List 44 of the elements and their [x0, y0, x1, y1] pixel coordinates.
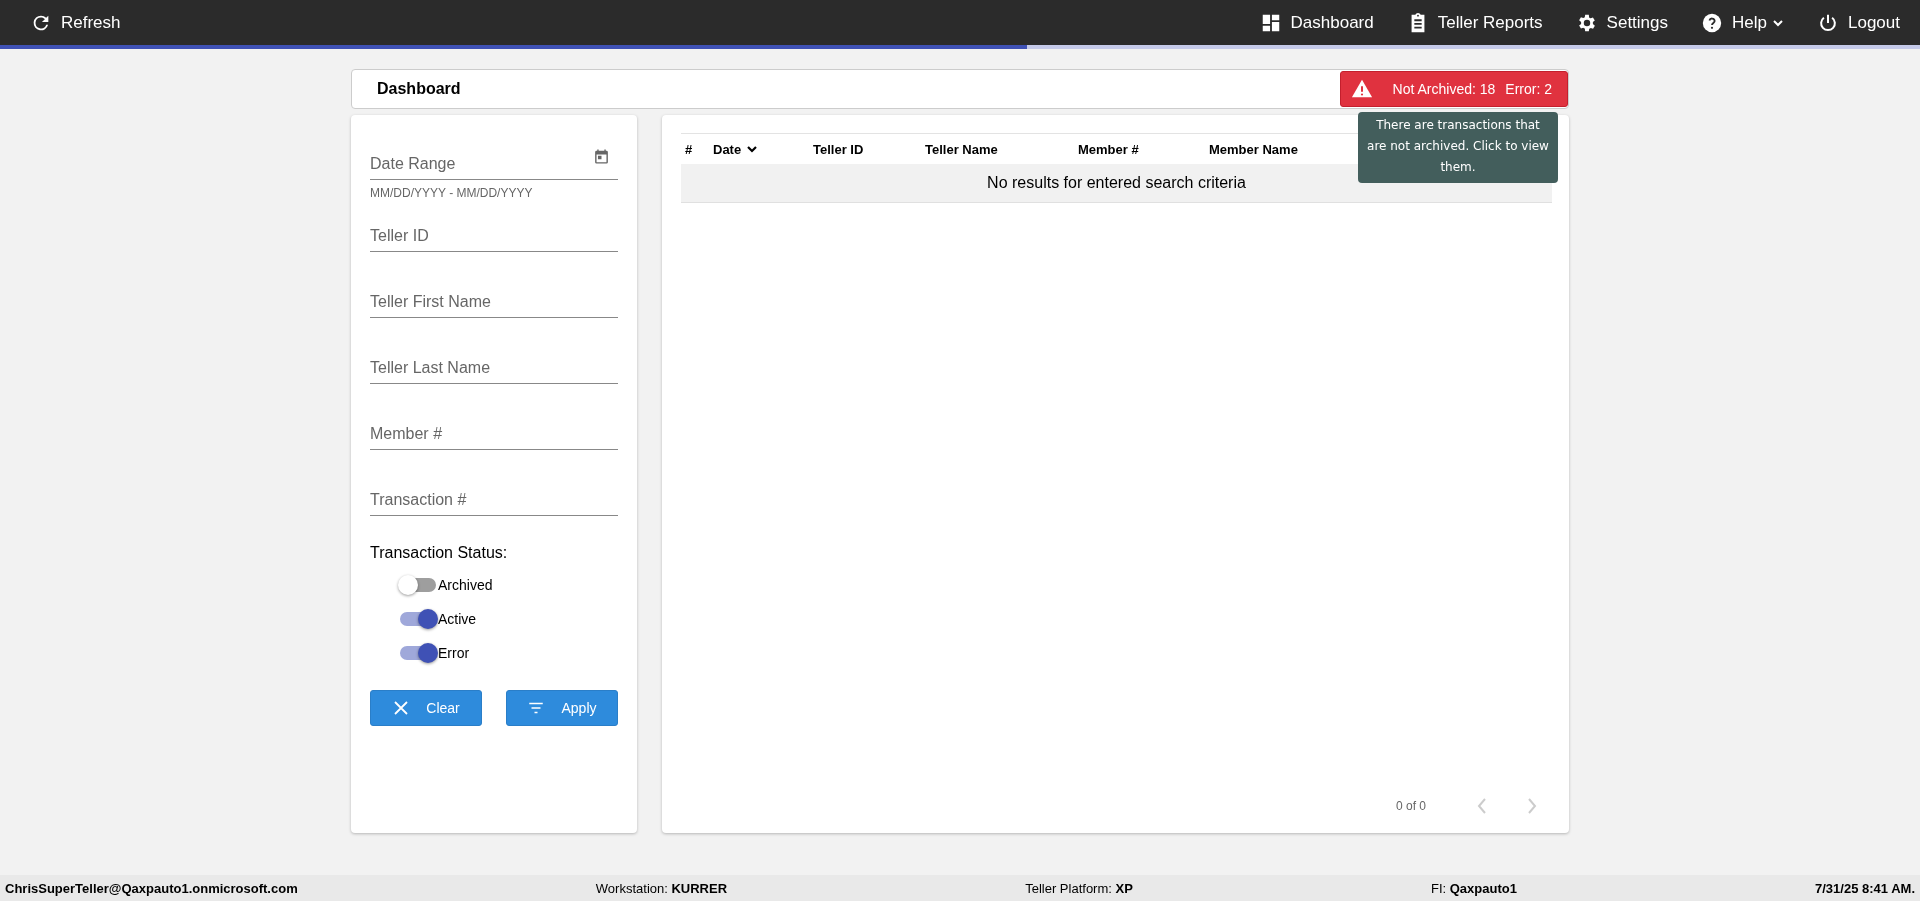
toggle-label: Archived [438, 576, 493, 593]
alert-badge[interactable]: Not Archived: 18 Error: 2 [1339, 71, 1568, 107]
column-header: Member Name [1209, 141, 1298, 157]
toggle-switch[interactable] [400, 577, 436, 592]
column-header[interactable]: Date [713, 141, 742, 157]
reports-nav-button[interactable]: Teller Reports [1406, 11, 1543, 34]
field-hint: MM/DD/YYYY - MM/DD/YYYY [370, 186, 534, 200]
close-icon [392, 699, 411, 717]
logout-nav-button[interactable]: Logout [1817, 11, 1900, 34]
refresh-button[interactable]: Refresh [30, 11, 121, 34]
date-range-field[interactable]: Date Range [370, 142, 618, 180]
status-text: FI: Qaxpauto1 [1430, 880, 1517, 896]
toggle-switch[interactable] [400, 645, 436, 660]
input-field[interactable]: Teller ID [370, 214, 618, 252]
status-label: Transaction Status: [370, 544, 509, 562]
column-header: Teller ID [813, 141, 864, 157]
toggle-label: Active [438, 610, 477, 627]
dashboard-nav-button[interactable]: Dashboard [1259, 11, 1374, 34]
help-nav-button[interactable]: Help [1701, 11, 1784, 34]
column-header: # [685, 141, 693, 157]
settings-nav-button[interactable]: Settings [1575, 11, 1669, 34]
tooltip: There are transactions that are not archived. Click to view them. [1358, 112, 1558, 183]
page-range: 0 of 0 [1395, 799, 1426, 813]
apply-button[interactable]: Apply [506, 690, 618, 726]
input-field[interactable]: Transaction # [370, 478, 618, 516]
clear-button[interactable]: Clear [370, 690, 482, 726]
status-text: Teller Platform: XP [1025, 880, 1133, 896]
input-field[interactable]: Teller First Name [370, 280, 618, 318]
column-header: Teller Name [925, 141, 998, 157]
help-icon [1701, 11, 1724, 34]
status-text: 7/31/25 8:41 AM. [1815, 880, 1915, 896]
chevron-right-icon [1526, 796, 1538, 816]
calendar-icon[interactable] [593, 148, 610, 165]
input-field[interactable]: Teller Last Name [370, 346, 618, 384]
toggle-switch[interactable] [400, 611, 436, 626]
status-text: Workstation: KURRER [595, 880, 728, 896]
column-header: Member # [1078, 141, 1139, 157]
status-text: ChrisSuperTeller@Qaxpauto1.onmicrosoft.com [5, 880, 298, 896]
input-field[interactable]: Member # [370, 412, 618, 450]
toggle-label: Error [438, 644, 470, 661]
warning-icon [1350, 78, 1373, 100]
chevron-left-icon [1476, 796, 1488, 816]
page-title: Dashboard [377, 80, 461, 98]
sort-icon[interactable] [746, 143, 759, 155]
